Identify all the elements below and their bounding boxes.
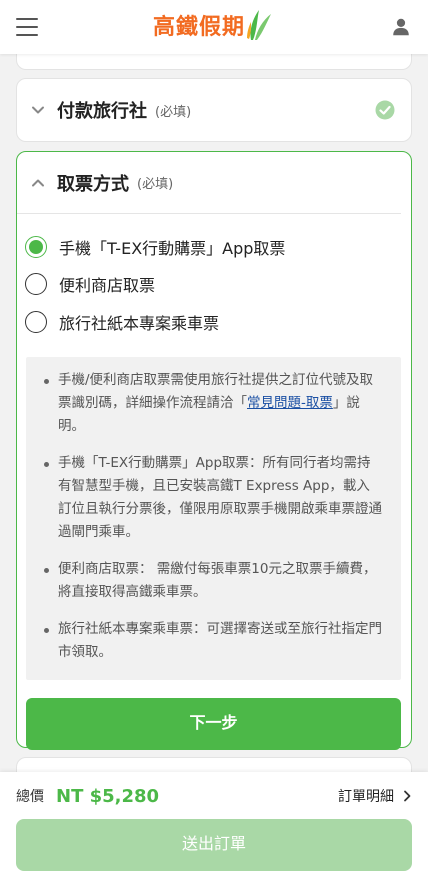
payment-agency-title: 付款旅行社 (57, 101, 147, 122)
logo-leaf-icon (247, 10, 272, 40)
logo-text: 高鐵假期 (152, 15, 246, 40)
total-row: 總價 NT $5,280 訂單明細 (0, 772, 428, 820)
ticket-pickup-header[interactable]: 取票方式 (必填) (17, 152, 401, 214)
note-item: 旅行社紙本專案乘車票：可選擇寄送或至旅行社指定門市領取。 (44, 618, 383, 664)
pickup-options: 手機「T-EX行動購票」App取票 便利商店取票 旅行社紙本專案乘車票 (17, 214, 411, 341)
pickup-notes-box: 手機/便利商店取票需使用旅行社提供之訂位代號及取票識別碼，詳細操作流程請洽「常見… (26, 356, 401, 680)
pickup-option-app[interactable]: 手機「T-EX行動購票」App取票 (25, 228, 411, 266)
app-header: 高鐵假期 (0, 0, 428, 54)
payment-agency-section[interactable]: 付款旅行社 (必填) (16, 78, 412, 142)
user-icon[interactable] (390, 16, 412, 38)
radio-unselected[interactable] (25, 310, 47, 333)
hamburger-menu-icon[interactable] (16, 18, 38, 36)
required-label: (必填) (155, 104, 192, 120)
radio-unselected[interactable] (25, 273, 47, 296)
required-label: (必填) (137, 177, 174, 192)
chevron-down-icon (32, 106, 44, 114)
check-circle-icon (375, 100, 395, 120)
logo[interactable]: 高鐵假期 (153, 8, 275, 42)
chevron-up-icon (32, 179, 44, 186)
pickup-option-convenience-store[interactable]: 便利商店取票 (25, 266, 411, 304)
total-value: NT $5,280 (56, 785, 160, 807)
faq-pickup-link[interactable]: 常見問題-取票 (247, 395, 333, 411)
checkout-footer: 總價 NT $5,280 訂單明細 送出訂單 (0, 772, 428, 879)
note-item: 手機/便利商店取票需使用旅行社提供之訂位代號及取票識別碼，詳細操作流程請洽「常見… (44, 369, 383, 438)
note-item: 手機「T-EX行動購票」App取票：所有同行者均需持有智慧型手機，且已安裝高鐵T… (44, 452, 383, 544)
submit-order-button[interactable]: 送出訂單 (16, 819, 412, 871)
note-item: 便利商店取票： 需繳付每張車票10元之取票手續費，將直接取得高鐵乘車票。 (44, 558, 383, 604)
radio-selected[interactable] (25, 235, 47, 258)
chevron-right-icon (404, 790, 411, 802)
next-step-button[interactable]: 下一步 (26, 697, 401, 750)
option-label: 手機「T-EX行動購票」App取票 (59, 238, 286, 258)
option-label: 旅行社紙本專案乘車票 (59, 313, 220, 333)
option-label: 便利商店取票 (59, 276, 156, 296)
order-detail-link[interactable]: 訂單明細 (338, 786, 412, 806)
pickup-option-paper-ticket[interactable]: 旅行社紙本專案乘車票 (25, 303, 411, 341)
ticket-pickup-title: 取票方式 (57, 173, 129, 195)
total-label: 總價 (16, 789, 44, 805)
order-detail-label: 訂單明細 (338, 789, 394, 805)
ticket-pickup-section: 取票方式 (必填) 手機「T-EX行動購票」App取票 便利商店取票 旅行社紙本… (16, 151, 412, 750)
